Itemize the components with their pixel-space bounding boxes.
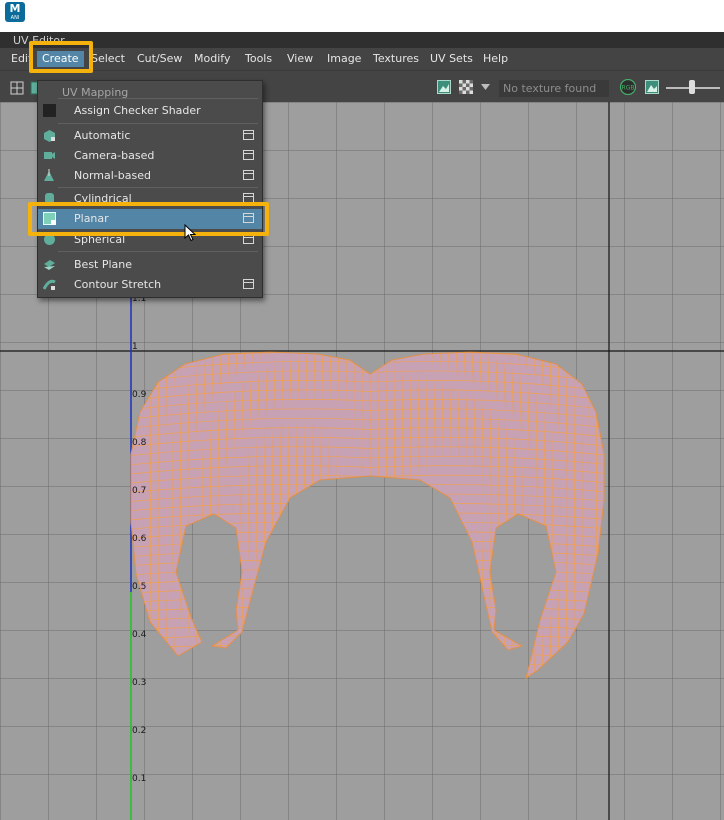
- checker-shader-icon: [43, 104, 56, 117]
- v-tick-label: 0.3: [132, 678, 146, 688]
- app-icon-letter: M: [9, 2, 21, 15]
- menu-uv-sets[interactable]: UV Sets: [428, 51, 475, 67]
- menu-item-contour-stretch[interactable]: Contour Stretch: [38, 275, 262, 295]
- v-tick-label: 0.7: [132, 486, 146, 496]
- menu-separator: [58, 187, 258, 188]
- v-tick-label: 0.9: [132, 390, 147, 400]
- mouse-cursor-icon: [184, 224, 196, 242]
- texture-field[interactable]: No texture found: [499, 80, 609, 97]
- menu-item-label: Contour Stretch: [74, 278, 162, 291]
- v-tick-label: 0.6: [132, 534, 147, 544]
- menu-item-normal-based[interactable]: Normal-based: [38, 166, 262, 186]
- v-tick-label: 0.4: [132, 630, 147, 640]
- menu-select[interactable]: Select: [89, 51, 127, 67]
- menu-item-assign-checker-shader[interactable]: Assign Checker Shader: [38, 101, 262, 121]
- menu-separator: [58, 123, 258, 124]
- app-icon-sub: ANI: [10, 15, 20, 21]
- maya-app-icon: M ANI: [5, 2, 25, 22]
- menu-item-camera-based[interactable]: Camera-based: [38, 146, 262, 166]
- menu-modify[interactable]: Modify: [192, 51, 232, 67]
- v-tick-label: 0.8: [132, 438, 147, 448]
- menu-bar: Edit Create Select Cut/Sew Modify Tools …: [0, 48, 724, 70]
- option-box-icon[interactable]: [243, 150, 254, 160]
- option-box-icon[interactable]: [243, 279, 254, 289]
- contour-stretch-icon: [43, 279, 56, 290]
- menu-separator: [58, 98, 258, 99]
- image-display-icon[interactable]: [437, 80, 451, 94]
- v-tick-label: 0.2: [132, 726, 146, 736]
- rgb-label: RGB: [622, 85, 635, 92]
- option-box-icon[interactable]: [243, 130, 254, 140]
- menu-separator: [58, 251, 258, 252]
- menu-image[interactable]: Image: [325, 51, 363, 67]
- menu-view[interactable]: View: [285, 51, 315, 67]
- menu-item-label: Camera-based: [74, 149, 155, 162]
- rgb-channel-icon[interactable]: RGB: [619, 79, 637, 95]
- menu-item-label: Automatic: [74, 129, 131, 142]
- best-plane-icon: [44, 260, 55, 270]
- menu-help[interactable]: Help: [481, 51, 510, 67]
- v-tick-label: 1: [132, 342, 138, 352]
- menu-item-label: Normal-based: [74, 169, 151, 182]
- menu-textures[interactable]: Textures: [371, 51, 421, 67]
- checker-display-icon[interactable]: [459, 80, 473, 94]
- camera-mapping-icon: [44, 152, 55, 159]
- menu-item-automatic[interactable]: Automatic: [38, 126, 262, 146]
- grid-select-icon[interactable]: [10, 81, 24, 95]
- window-title-bar: UV Editor: [0, 32, 724, 48]
- v-tick-label: 0.5: [132, 582, 146, 592]
- option-box-icon[interactable]: [243, 170, 254, 180]
- menu-item-label: Best Plane: [74, 258, 133, 271]
- top-strip: M ANI: [0, 0, 724, 32]
- normal-mapping-icon: [44, 169, 54, 181]
- planar-item-highlight: [28, 202, 269, 236]
- menu-item-best-plane[interactable]: Best Plane: [38, 255, 262, 275]
- v-tick-label: 0.1: [132, 774, 146, 784]
- exposure-slider-thumb[interactable]: [689, 80, 695, 94]
- menu-cut-sew[interactable]: Cut/Sew: [135, 51, 184, 67]
- create-menu-highlight: [29, 41, 93, 73]
- menu-item-label: Assign Checker Shader: [74, 104, 201, 117]
- dropdown-arrow-icon[interactable]: [481, 83, 490, 91]
- create-menu-dropdown: UV Mapping Assign Checker Shader Automat…: [37, 80, 263, 298]
- image-ratio-icon[interactable]: [645, 80, 659, 94]
- menu-tools[interactable]: Tools: [243, 51, 274, 67]
- automatic-mapping-icon: [44, 130, 55, 142]
